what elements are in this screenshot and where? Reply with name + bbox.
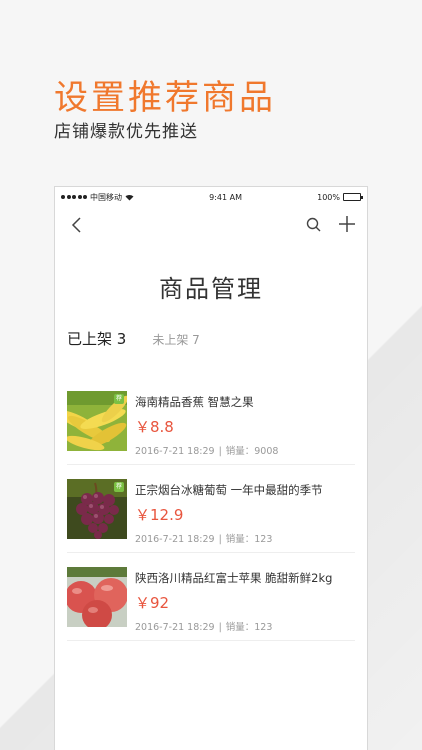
product-meta: 2016-7-21 18:29 | 销量：9008 [135, 443, 355, 457]
product-row[interactable]: 荐 正宗烟台冰糖葡萄 一年中最甜的季节 ￥12.9 2016-7-21 18:2… [67, 465, 355, 553]
meta-separator: | [218, 622, 222, 633]
product-row[interactable]: 荐 海南精品香蕉 智慧之果 ￥8.8 2016-7-21 18:29 | 销量：90… [67, 377, 355, 465]
product-name: 海南精品香蕉 智慧之果 [135, 395, 254, 409]
signal-icon [61, 195, 87, 199]
product-name: 陕西洛川精品红富士苹果 脆甜新鲜2kg [135, 571, 333, 585]
product-info: 正宗烟台冰糖葡萄 一年中最甜的季节 ￥12.9 2016-7-21 18:29 |… [135, 479, 355, 545]
carrier-label: 中国移动 [90, 192, 122, 202]
product-date: 2016-7-21 18:29 [135, 622, 215, 633]
status-left: 中国移动 [61, 192, 134, 203]
product-date: 2016-7-21 18:29 [135, 534, 215, 545]
phone-screen: 中国移动 9:41 AM 100% 商品管理 已上架 3 未上架 7 荐 海南精… [54, 186, 368, 750]
promo-headline: 设置推荐商品 [54, 78, 276, 118]
product-meta: 2016-7-21 18:29 | 销量：123 [135, 619, 355, 633]
grape-image: 荐 [67, 479, 127, 539]
meta-separator: | [218, 534, 222, 545]
recommend-badge-icon: 荐 [114, 482, 124, 492]
recommend-badge-icon: 荐 [114, 394, 124, 404]
product-date: 2016-7-21 18:29 [135, 446, 215, 457]
listing-tabs: 已上架 3 未上架 7 [55, 328, 367, 349]
battery-icon [342, 193, 363, 201]
product-sales: 销量：123 [225, 622, 273, 633]
status-right: 100% [317, 192, 363, 202]
tab-unlisted[interactable]: 未上架 7 [152, 331, 199, 348]
product-list: 荐 海南精品香蕉 智慧之果 ￥8.8 2016-7-21 18:29 | 销量：90… [55, 377, 367, 641]
product-info: 海南精品香蕉 智慧之果 ￥8.8 2016-7-21 18:29 | 销量：9008 [135, 391, 355, 457]
product-price: ￥92 [135, 594, 170, 612]
product-sales: 销量：123 [225, 534, 273, 545]
meta-separator: | [218, 446, 222, 457]
wifi-icon [125, 194, 134, 200]
product-price: ￥8.8 [135, 418, 174, 436]
product-info: 陕西洛川精品红富士苹果 脆甜新鲜2kg ￥92 2016-7-21 18:29 |… [135, 567, 355, 633]
nav-bar [55, 207, 367, 243]
product-price: ￥12.9 [135, 506, 184, 524]
apple-image [67, 567, 127, 627]
product-meta: 2016-7-21 18:29 | 销量：123 [135, 531, 355, 545]
banana-image: 荐 [67, 391, 127, 451]
battery-percent: 100% [317, 192, 340, 202]
product-row[interactable]: 陕西洛川精品红富士苹果 脆甜新鲜2kg ￥92 2016-7-21 18:29 |… [67, 553, 355, 641]
status-bar: 中国移动 9:41 AM 100% [55, 187, 367, 207]
product-name: 正宗烟台冰糖葡萄 一年中最甜的季节 [135, 483, 323, 497]
tab-listed[interactable]: 已上架 3 [67, 328, 126, 349]
status-time: 9:41 AM [209, 192, 242, 202]
add-icon[interactable] [337, 214, 357, 234]
page-title: 商品管理 [159, 275, 263, 303]
search-icon[interactable] [305, 216, 323, 234]
product-sales: 销量：9008 [225, 446, 279, 457]
back-chevron-icon[interactable] [67, 215, 87, 235]
promo-subline: 店铺爆款优先推送 [54, 122, 198, 142]
